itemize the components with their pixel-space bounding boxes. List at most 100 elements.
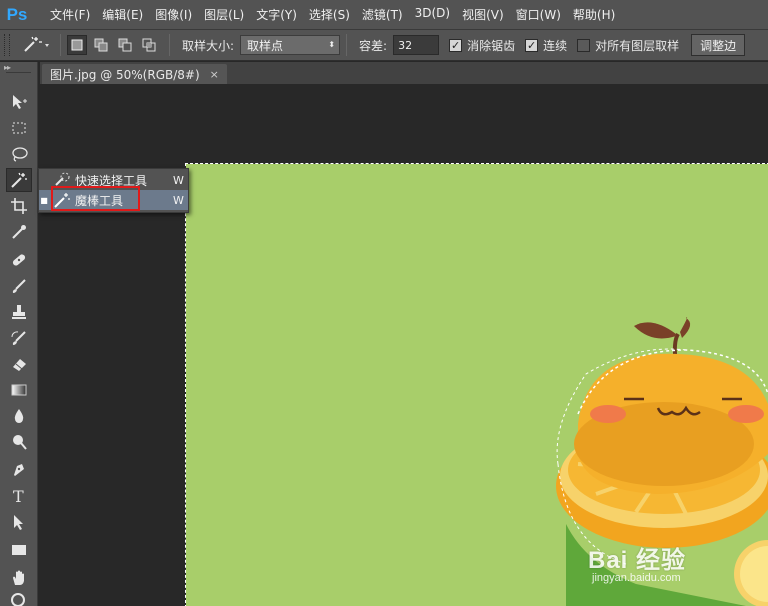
tool-magic-wand[interactable] [6, 168, 32, 192]
tolerance-label: 容差: [359, 38, 388, 53]
tool-type[interactable]: T [6, 484, 32, 508]
menu-items: 文件(F) 编辑(E) 图像(I) 图层(L) 文字(Y) 选择(S) 滤镜(T… [44, 6, 621, 23]
menu-window[interactable]: 窗口(W) [510, 6, 567, 23]
tolerance-input[interactable]: 32 [393, 35, 440, 55]
tools-panel: ▸▸ T [0, 62, 38, 606]
selected-bullet-icon: ■ [40, 195, 48, 205]
flyout-item-label: 快速选择工具 [75, 173, 148, 188]
tool-clone-stamp[interactable] [6, 300, 32, 324]
tool-zoom[interactable] [6, 588, 32, 606]
tool-pen[interactable] [6, 458, 32, 482]
gradient-icon [11, 384, 27, 396]
sample-size-value: 取样点 [247, 38, 284, 53]
menu-type[interactable]: 文字(Y) [250, 6, 303, 23]
flyout-item-magic-wand[interactable]: ■ 魔棒工具 W [39, 190, 188, 210]
menu-3d[interactable]: 3D(D) [409, 6, 456, 23]
new-selection-button[interactable] [67, 35, 87, 55]
refine-edge-button[interactable]: 调整边 [691, 34, 746, 56]
intersect-selection-icon [142, 38, 156, 52]
quick-selection-icon [53, 171, 71, 189]
marquee-icon [12, 122, 26, 134]
panel-collapse-icon[interactable]: ▸▸ [0, 62, 37, 72]
magic-wand-icon [53, 191, 71, 209]
flyout-item-quick-selection[interactable]: 快速选择工具 W [39, 170, 188, 190]
blur-icon [14, 409, 24, 423]
contiguous-option[interactable]: ✓ 连续 [525, 37, 567, 54]
sample-all-layers-checkbox[interactable] [577, 38, 591, 52]
document-tab[interactable]: 图片.jpg @ 50%(RGB/8#) × [42, 64, 227, 84]
rectangle-icon [12, 545, 26, 555]
flyout-shortcut: W [173, 193, 184, 207]
menu-view[interactable]: 视图(V) [456, 6, 510, 23]
menu-filter[interactable]: 滤镜(T) [356, 6, 409, 23]
options-bar: 取样大小: 取样点 ⬍ 容差: 32 ✓ 消除锯齿 ✓ 连续 对所有图层取样 调… [0, 30, 768, 61]
tool-blur[interactable] [6, 404, 32, 428]
pen-icon [14, 464, 24, 476]
tool-eyedropper[interactable] [6, 220, 32, 244]
type-icon: T [13, 487, 24, 505]
eraser-icon [13, 359, 26, 371]
watermark-url: jingyan.baidu.com [592, 572, 681, 584]
tool-lasso[interactable] [6, 142, 32, 166]
selection-tool-flyout: 快速选择工具 W ■ 魔棒工具 W [38, 168, 189, 213]
move-icon [13, 95, 27, 109]
dodge-icon [13, 435, 27, 450]
menu-edit[interactable]: 编辑(E) [96, 6, 149, 23]
panel-grip[interactable] [6, 72, 31, 80]
options-bar-grip[interactable] [4, 34, 10, 56]
contiguous-checkbox[interactable]: ✓ [525, 38, 539, 52]
svg-text:T: T [13, 487, 24, 505]
sample-all-layers-option[interactable]: 对所有图层取样 [577, 37, 679, 54]
menu-select[interactable]: 选择(S) [303, 6, 356, 23]
menu-bar: Ps 文件(F) 编辑(E) 图像(I) 图层(L) 文字(Y) 选择(S) 滤… [0, 0, 768, 30]
history-brush-icon [11, 331, 26, 345]
antialias-checkbox[interactable]: ✓ [449, 38, 463, 52]
tool-gradient[interactable] [6, 378, 32, 402]
healing-brush-icon [12, 254, 26, 266]
subtract-from-selection-button[interactable] [115, 35, 135, 55]
tool-history-brush[interactable] [6, 326, 32, 350]
tool-preset-picker[interactable] [18, 33, 54, 57]
hand-icon [13, 570, 24, 585]
tool-rectangle[interactable] [6, 538, 32, 562]
add-to-selection-button[interactable] [91, 35, 111, 55]
tool-crop[interactable] [6, 194, 32, 218]
tool-brush[interactable] [6, 274, 32, 298]
separator [346, 34, 348, 56]
tool-healing-brush[interactable] [6, 248, 32, 272]
contiguous-label: 连续 [543, 38, 568, 53]
clone-stamp-icon [12, 305, 26, 319]
tool-hand[interactable] [6, 566, 32, 590]
antialias-label: 消除锯齿 [467, 38, 516, 53]
add-selection-icon [94, 38, 108, 52]
flyout-shortcut: W [173, 173, 184, 187]
eyedropper-icon [12, 225, 26, 239]
menu-layer[interactable]: 图层(L) [198, 6, 250, 23]
antialias-option[interactable]: ✓ 消除锯齿 [449, 37, 515, 54]
tool-move[interactable] [6, 90, 32, 114]
sample-size-label: 取样大小: [182, 38, 235, 53]
close-icon[interactable]: × [210, 68, 219, 81]
magic-wand-icon [11, 172, 27, 188]
tool-path-selection[interactable] [6, 510, 32, 534]
brush-icon [12, 279, 26, 293]
magic-wand-icon [24, 36, 49, 52]
separator [60, 34, 61, 56]
menu-image[interactable]: 图像(I) [149, 6, 198, 23]
watermark-logo: Bai 经验 [588, 547, 687, 574]
sample-size-select[interactable]: 取样点 ⬍ [240, 35, 341, 55]
updown-icon: ⬍ [328, 40, 336, 49]
menu-file[interactable]: 文件(F) [44, 6, 96, 23]
flyout-item-label: 魔棒工具 [75, 193, 124, 208]
new-selection-icon [71, 39, 83, 51]
menu-help[interactable]: 帮助(H) [567, 6, 621, 23]
crop-icon [11, 198, 27, 214]
zoom-icon [11, 593, 25, 606]
tool-eraser[interactable] [6, 352, 32, 376]
tool-dodge[interactable] [6, 430, 32, 454]
tool-marquee[interactable] [6, 116, 32, 140]
document-tab-title: 图片.jpg @ 50%(RGB/8#) [50, 67, 200, 82]
baidu-watermark: Bai 经验 jingyan.baidu.com [588, 540, 687, 584]
intersect-selection-button[interactable] [139, 35, 159, 55]
document-tab-bar: 图片.jpg @ 50%(RGB/8#) × [40, 62, 768, 84]
